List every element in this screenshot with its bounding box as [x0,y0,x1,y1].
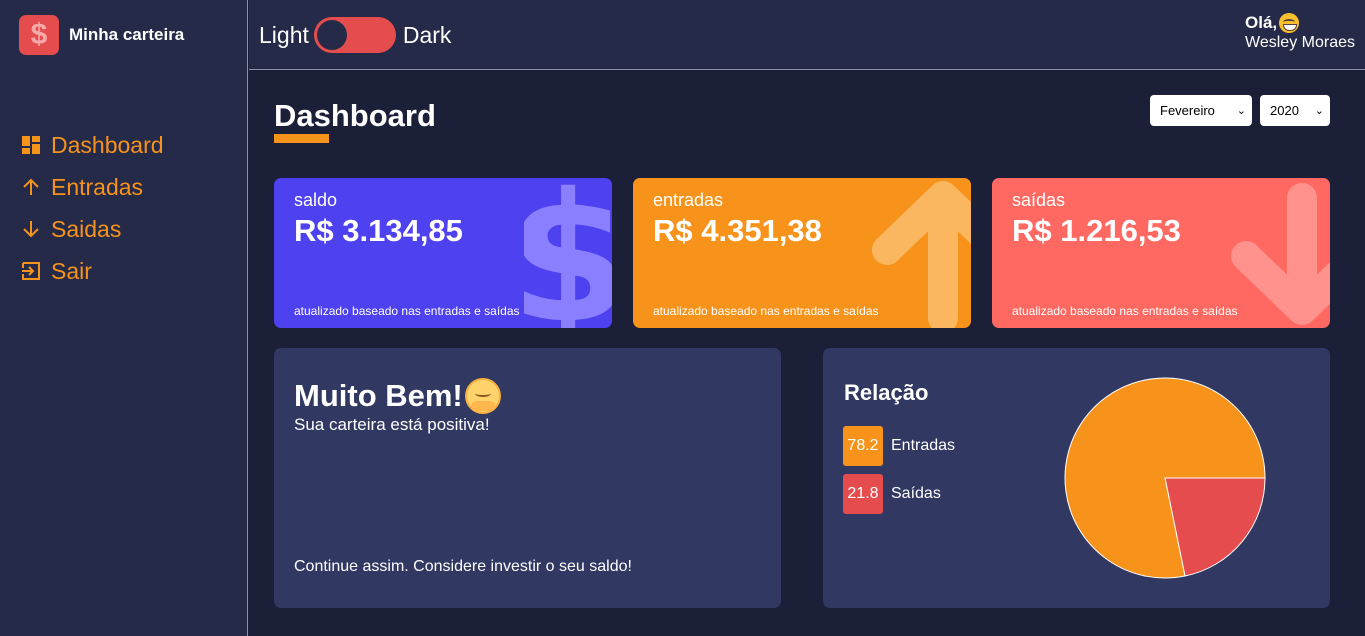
card-value: R$ 4.351,38 [653,213,822,248]
sidebar-item-label: Dashboard [51,131,164,158]
sidebar-item-dashboard[interactable]: Dashboard [20,124,164,166]
legend-label: Entradas [891,437,956,454]
year-select[interactable]: 2020 ⌄ [1260,95,1330,126]
sidebar-item-label: Sair [51,257,92,284]
expense-card: saídas R$ 1.216,53 atualizado baseado na… [992,178,1330,328]
card-footer: atualizado baseado nas entradas e saídas [294,304,520,318]
sidebar-item-sair[interactable]: Sair [20,250,164,292]
message-panel: Muito Bem! Sua carteira está positiva! C… [274,348,781,608]
header: Light Dark Olá, Wesley Moraes [249,0,1365,70]
legend-item-entradas: 78.2 Entradas [843,426,955,466]
sidebar-item-label: Saidas [51,215,122,242]
relation-pie-chart [1064,377,1266,579]
month-select-value: Fevereiro [1160,103,1215,118]
brand[interactable]: $ Minha carteira [19,15,184,55]
arrow-up-icon [20,176,42,198]
sidebar-item-label: Entradas [51,173,144,200]
relation-title: Relação [844,380,929,405]
toggle-knob [316,20,347,50]
theme-light-label: Light [259,21,309,48]
chevron-down-icon: ⌄ [1236,105,1246,117]
exit-icon [20,260,42,282]
dashboard-icon [20,134,42,156]
arrow-down-icon [20,218,42,240]
dollar-logo-icon: $ [19,15,59,55]
relation-panel: Relação 78.2 Entradas 21.8 Saídas [823,348,1330,608]
legend-value: 78.2 [843,426,883,466]
title-underline [274,134,329,143]
chevron-down-icon: ⌄ [1314,105,1324,117]
message-title: Muito Bem! [294,378,761,414]
page-title: Dashboard [274,98,436,133]
month-select[interactable]: Fevereiro ⌄ [1150,95,1252,126]
grinning-face-icon [1279,13,1300,33]
message-title-text: Muito Bem! [294,378,463,413]
card-footer: atualizado baseado nas entradas e saídas [1012,304,1238,318]
greeting-text: Olá, [1245,13,1278,32]
greeting: Olá, [1245,13,1355,33]
message-subtitle: Sua carteira está positiva! [294,415,490,434]
theme-toggle[interactable] [313,17,396,53]
legend-item-saidas: 21.8 Saídas [843,474,955,514]
balance-card: saldo R$ 3.134,85 atualizado baseado nas… [274,178,612,328]
card-label: saldo [294,190,338,210]
income-card: entradas R$ 4.351,38 atualizado baseado … [633,178,971,328]
card-label: saídas [1012,190,1066,210]
sidebar-item-entradas[interactable]: Entradas [20,166,164,208]
card-value: R$ 3.134,85 [294,213,463,248]
theme-dark-label: Dark [402,21,452,48]
sidebar: $ Minha carteira Dashboard Entradas Said… [0,0,248,636]
card-value: R$ 1.216,53 [1012,213,1181,248]
sidebar-item-saidas[interactable]: Saidas [20,208,164,250]
year-select-value: 2020 [1270,103,1299,118]
user-profile: Olá, Wesley Moraes [1245,13,1355,52]
sidebar-menu: Dashboard Entradas Saidas Sair [20,124,164,292]
theme-toggle-group: Light Dark [259,17,451,53]
message-footer: Continue assim. Considere investir o seu… [294,558,632,575]
legend-label: Saídas [891,485,941,502]
card-label: entradas [653,190,724,210]
legend-value: 21.8 [843,474,883,514]
card-footer: atualizado baseado nas entradas e saídas [653,304,879,318]
hugging-face-icon [464,378,501,414]
username: Wesley Moraes [1245,34,1355,51]
brand-title: Minha carteira [69,25,185,44]
relation-legend: 78.2 Entradas 21.8 Saídas [843,426,955,522]
